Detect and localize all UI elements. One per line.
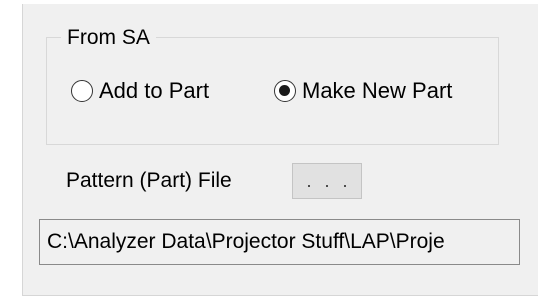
add-to-part-label[interactable]: Add to Part bbox=[99, 78, 209, 104]
make-new-part-label[interactable]: Make New Part bbox=[302, 78, 452, 104]
radio-checked-icon[interactable] bbox=[274, 80, 296, 102]
browse-button[interactable]: . . . bbox=[292, 163, 362, 199]
radio-selected-dot bbox=[279, 85, 290, 96]
pattern-file-path: C:\Analyzer Data\Projector Stuff\LAP\Pro… bbox=[47, 230, 445, 253]
pattern-file-path-field[interactable]: C:\Analyzer Data\Projector Stuff\LAP\Pro… bbox=[39, 219, 520, 265]
add-to-part-radio[interactable]: Add to Part bbox=[71, 76, 209, 106]
radio-unchecked-icon[interactable] bbox=[71, 80, 93, 102]
from-sa-group-title: From SA bbox=[61, 27, 156, 49]
make-new-part-radio[interactable]: Make New Part bbox=[274, 76, 452, 106]
pattern-file-label: Pattern (Part) File bbox=[66, 169, 232, 192]
